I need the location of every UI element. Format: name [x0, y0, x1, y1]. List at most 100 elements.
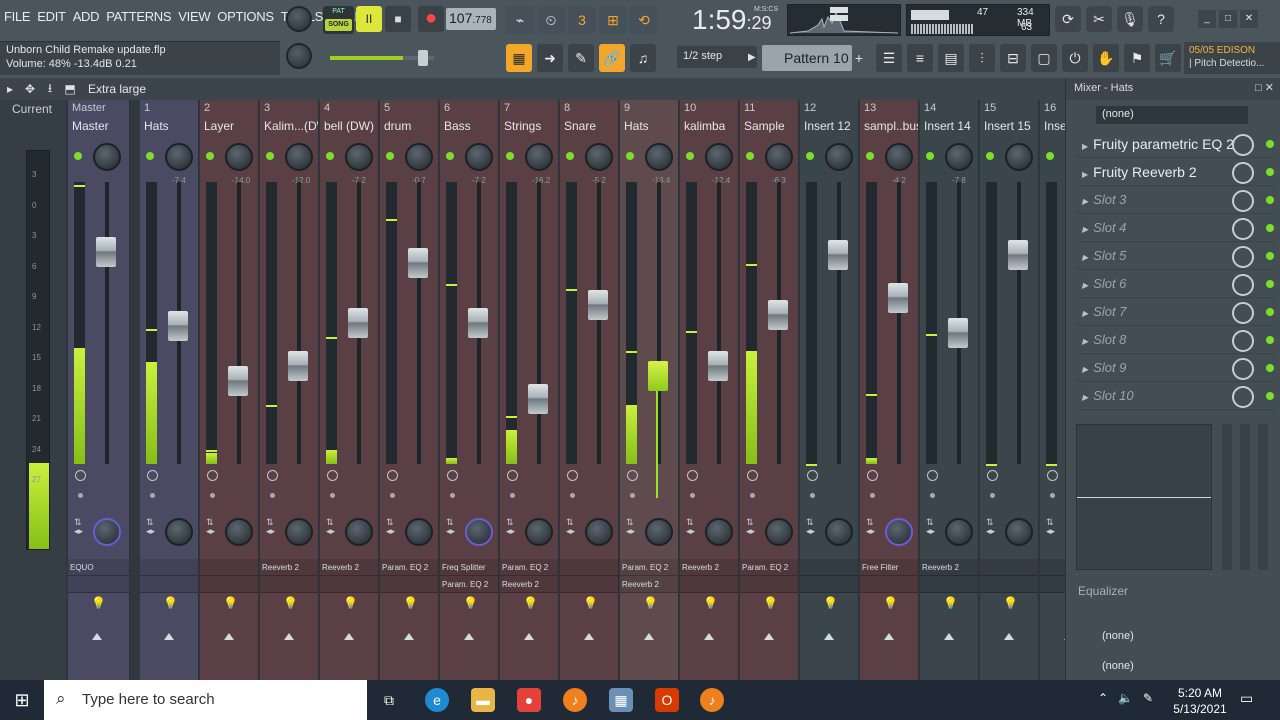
file-explorer-icon[interactable]: ▬	[471, 688, 495, 712]
send-arrow-icon[interactable]	[92, 633, 102, 640]
latency-icon[interactable]	[687, 470, 698, 481]
view-icon[interactable]: ⬒	[60, 82, 80, 96]
pan-knob[interactable]	[93, 143, 121, 171]
strip-enable-led[interactable]	[746, 152, 754, 160]
route-dot[interactable]	[390, 493, 395, 498]
stamp-icon[interactable]: ♫	[630, 44, 656, 72]
menu-item-options[interactable]: OPTIONS	[217, 9, 274, 24]
stereo-separation-knob[interactable]	[885, 518, 913, 546]
volume-fader[interactable]	[1008, 239, 1028, 270]
stereo-separation-knob[interactable]	[525, 518, 553, 546]
fx-slot-2[interactable]	[260, 576, 318, 593]
mixer-strip-6[interactable]: 6 Bass -7.2 ⇅ ◂▸ Freq Splitter Param. EQ 2 💡	[440, 100, 499, 680]
bulb-icon[interactable]: 💡	[823, 596, 838, 610]
mixer-strip-13[interactable]: 13sampl..buss-4.2⇅◂▸Free Filter💡	[860, 100, 919, 680]
route-dot[interactable]	[510, 493, 515, 498]
stereo-separation-knob[interactable]	[1005, 518, 1033, 546]
swap-icon[interactable]: ⇅ ◂▸	[1046, 518, 1055, 536]
route-dot[interactable]	[630, 493, 635, 498]
fx-slot-1[interactable]: EQUO	[68, 559, 129, 576]
strip-enable-led[interactable]	[686, 152, 694, 160]
swap-icon[interactable]: ⇅ ◂▸	[386, 518, 395, 536]
pen-icon[interactable]: ✎	[1143, 691, 1153, 705]
bulb-icon[interactable]: 💡	[403, 596, 418, 610]
stereo-separation-knob[interactable]	[405, 518, 433, 546]
send-arrow-icon[interactable]	[644, 633, 654, 640]
slot-mix-knob[interactable]	[1232, 330, 1254, 352]
fx-slot-2[interactable]: Reeverb 2	[620, 576, 678, 593]
stereo-separation-knob[interactable]	[465, 518, 493, 546]
bulb-icon[interactable]: 💡	[763, 596, 778, 610]
mixer-icon[interactable]: ⫶	[969, 44, 995, 72]
slot-enable-led[interactable]	[1266, 308, 1274, 316]
fx-slot-1[interactable]	[140, 559, 198, 576]
pan-knob[interactable]	[465, 143, 493, 171]
metronome-icon[interactable]: ⌁	[506, 6, 534, 34]
swap-icon[interactable]: ⇅ ◂▸	[146, 518, 155, 536]
pan-knob[interactable]	[285, 143, 313, 171]
slot-arrow-icon[interactable]: ▶	[1082, 281, 1088, 290]
pattern-selector[interactable]: Pattern 10	[762, 45, 852, 71]
strip-name[interactable]: Kalim...(DW)	[264, 119, 318, 133]
browser-icon[interactable]: ⊟	[1000, 44, 1026, 72]
slot-enable-led[interactable]	[1266, 140, 1274, 148]
refresh-icon[interactable]: ⟳	[1055, 6, 1081, 32]
slot-arrow-icon[interactable]: ▶	[1082, 337, 1088, 346]
volume-icon[interactable]: 🔈	[1118, 691, 1133, 705]
fx-slot-2[interactable]	[980, 576, 1038, 593]
fx-slot-7[interactable]: ▶ Slot 7	[1076, 300, 1274, 326]
volume-fader[interactable]	[948, 318, 968, 349]
menu-item-add[interactable]: ADD	[73, 9, 100, 24]
snap-selector[interactable]: 1/2 step	[677, 46, 757, 68]
pattern-prev-icon[interactable]: ▶	[748, 45, 762, 71]
pan-knob[interactable]	[1005, 143, 1033, 171]
swap-icon[interactable]: ⇅ ◂▸	[566, 518, 575, 536]
send-arrow-icon[interactable]	[524, 633, 534, 640]
slot-mix-knob[interactable]	[1232, 274, 1254, 296]
screen-recorder-icon[interactable]: ●	[517, 688, 541, 712]
slot-mix-knob[interactable]	[1232, 246, 1254, 268]
slot-mix-knob[interactable]	[1232, 162, 1254, 184]
equalizer-graph[interactable]	[1076, 424, 1212, 570]
volume-fader[interactable]	[228, 365, 248, 396]
fx-slot-10[interactable]: ▶ Slot 10	[1076, 384, 1274, 410]
slot-arrow-icon[interactable]: ▶	[1082, 253, 1088, 262]
arrow-right-icon[interactable]: ▸	[0, 82, 20, 96]
strip-enable-led[interactable]	[326, 152, 334, 160]
fx-slot-2[interactable]: ▶ Fruity Reeverb 2	[1076, 160, 1274, 186]
slot-arrow-icon[interactable]: ▶	[1082, 309, 1088, 318]
slot-enable-led[interactable]	[1266, 168, 1274, 176]
swap-icon[interactable]: ⇅ ◂▸	[446, 518, 455, 536]
strip-name[interactable]: drum	[384, 119, 438, 133]
send-arrow-icon[interactable]	[224, 633, 234, 640]
volume-fader[interactable]	[768, 300, 788, 331]
fx-slot-2[interactable]: Param. EQ 2	[440, 576, 498, 593]
send-arrow-icon[interactable]	[944, 633, 954, 640]
strip-enable-led[interactable]	[206, 152, 214, 160]
fx-slot-3[interactable]: ▶ Slot 3	[1076, 188, 1274, 214]
slot-arrow-icon[interactable]: ▶	[1082, 225, 1088, 234]
song-time-display[interactable]: 1:59:29 M:S:CS	[692, 4, 778, 36]
route-dot[interactable]	[930, 493, 935, 498]
volume-fader[interactable]	[348, 308, 368, 338]
fx-slot-1[interactable]: Free Filter	[860, 559, 918, 576]
mixer-strip-9[interactable]: 9 Hats -13.4 ⇅ ◂▸ Param. EQ 2 Reeverb 2 💡	[620, 100, 679, 680]
slot-arrow-icon[interactable]: ▶	[1082, 197, 1088, 206]
typing-keyboard-icon[interactable]: ▦	[506, 44, 532, 72]
stereo-separation-knob[interactable]	[165, 518, 193, 546]
bulb-icon[interactable]: 💡	[463, 596, 478, 610]
microphone-icon[interactable]: 🎙	[1117, 6, 1143, 32]
pan-knob[interactable]	[225, 143, 253, 171]
volume-fader[interactable]	[468, 308, 488, 338]
notification-icon[interactable]: ▭	[1240, 690, 1258, 708]
fx-slot-1[interactable]	[800, 559, 858, 576]
latency-icon[interactable]	[807, 470, 818, 481]
bulb-icon[interactable]: 💡	[703, 596, 718, 610]
strip-enable-led[interactable]	[74, 152, 82, 160]
latency-icon[interactable]	[75, 470, 86, 481]
volume-fader[interactable]	[648, 360, 668, 391]
fx-slot-2[interactable]	[920, 576, 978, 593]
swap-icon[interactable]: ⇅ ◂▸	[986, 518, 995, 536]
latency-icon[interactable]	[207, 470, 218, 481]
draw-icon[interactable]: ✎	[568, 44, 594, 72]
